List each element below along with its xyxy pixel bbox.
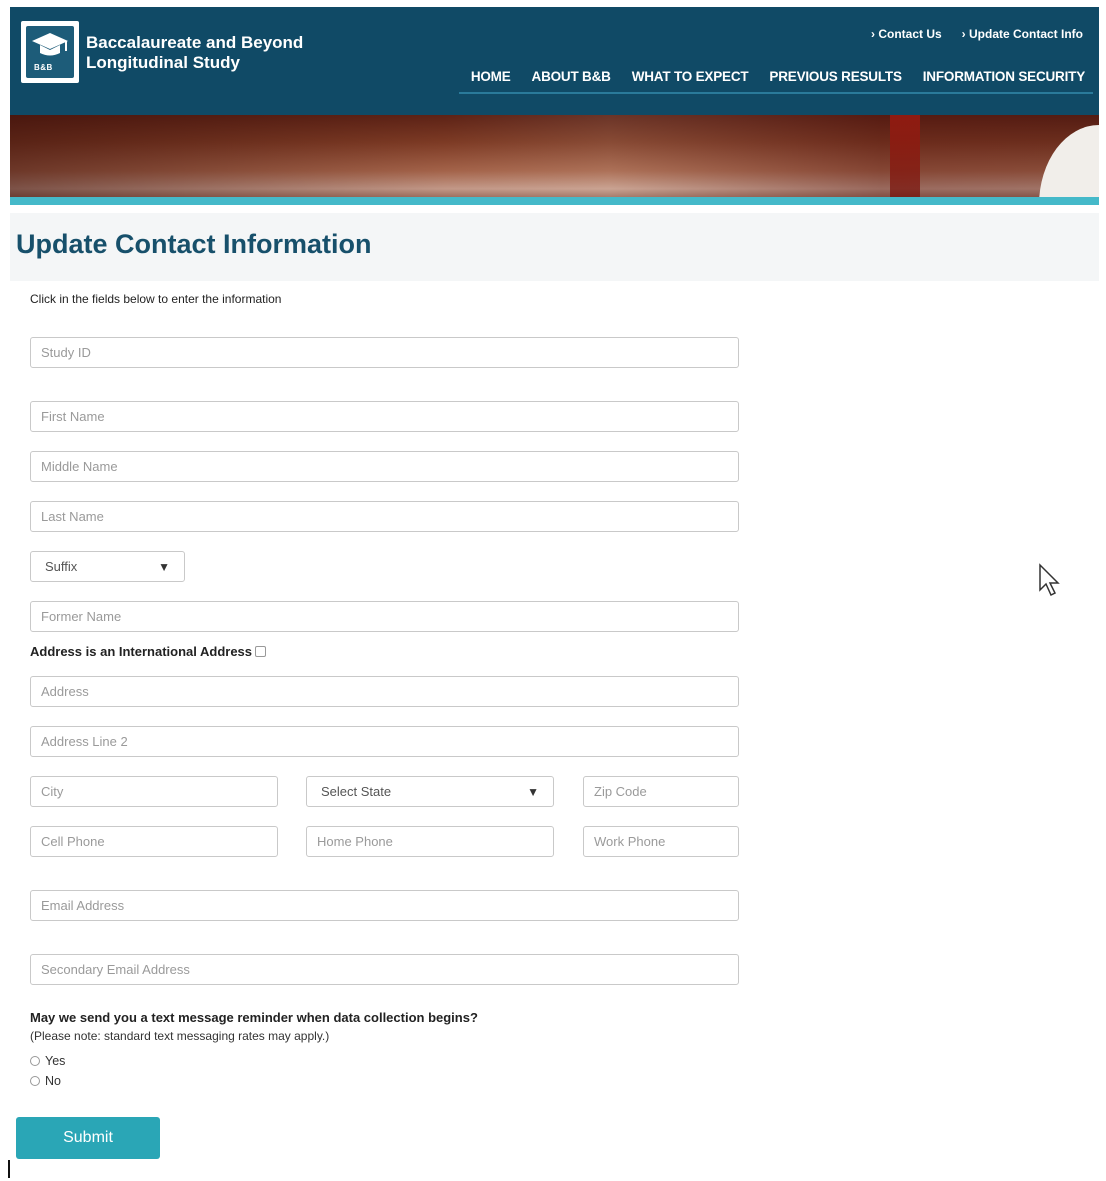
nav-previous-results[interactable]: PREVIOUS RESULTS xyxy=(769,69,902,84)
mouse-cursor-icon xyxy=(1039,563,1060,597)
utility-links: › Contact Us › Update Contact Info xyxy=(871,27,1083,41)
graduation-cap-icon: B&B xyxy=(26,26,74,78)
main-nav: HOME ABOUT B&B WHAT TO EXPECT PREVIOUS R… xyxy=(471,69,1085,84)
title-band: Update Contact Information xyxy=(10,213,1099,281)
site-logo[interactable]: B&B xyxy=(21,21,79,83)
state-select[interactable]: Select State ▼ xyxy=(306,776,554,807)
page-title: Update Contact Information xyxy=(16,229,372,259)
international-address-row: Address is an International Address xyxy=(30,644,267,659)
nav-underline xyxy=(459,92,1093,94)
contact-us-link[interactable]: › Contact Us xyxy=(871,27,942,41)
hero-accent xyxy=(890,115,920,205)
suffix-select[interactable]: Suffix ▼ xyxy=(30,551,185,582)
brand-line-1: Baccalaureate and Beyond xyxy=(86,33,304,52)
first-name-input[interactable] xyxy=(30,401,739,432)
last-name-input[interactable] xyxy=(30,501,739,532)
site-header: B&B Baccalaureate and Beyond Longitudina… xyxy=(10,7,1099,115)
state-select-value: Select State xyxy=(321,784,392,799)
dropdown-arrow-icon: ▼ xyxy=(158,559,170,574)
submit-button[interactable]: Submit xyxy=(16,1117,160,1159)
sms-yes-option[interactable]: Yes xyxy=(30,1054,65,1068)
secondary-email-input[interactable] xyxy=(30,954,739,985)
suffix-select-value: Suffix xyxy=(45,559,78,574)
sms-note: (Please note: standard text messaging ra… xyxy=(30,1029,330,1043)
text-caret xyxy=(8,1160,10,1178)
address-input[interactable] xyxy=(30,676,739,707)
former-name-input[interactable] xyxy=(30,601,739,632)
nav-what-to-expect[interactable]: WHAT TO EXPECT xyxy=(632,69,749,84)
international-address-label: Address is an International Address xyxy=(30,644,253,659)
sms-no-radio[interactable] xyxy=(30,1076,40,1086)
cell-phone-input[interactable] xyxy=(30,826,278,857)
logo-tag: B&B xyxy=(34,63,53,72)
study-id-input[interactable] xyxy=(30,337,739,368)
nav-about[interactable]: ABOUT B&B xyxy=(532,69,611,84)
nav-home[interactable]: HOME xyxy=(471,69,511,84)
hero-stripe xyxy=(10,197,1099,205)
hero-overlay xyxy=(10,115,1099,205)
sms-no-option[interactable]: No xyxy=(30,1074,61,1088)
sms-no-label: No xyxy=(45,1074,61,1088)
form-instructions: Click in the fields below to enter the i… xyxy=(30,292,282,306)
email-input[interactable] xyxy=(30,890,739,921)
site-brand[interactable]: Baccalaureate and Beyond Longitudinal St… xyxy=(86,33,303,73)
nav-information-security[interactable]: INFORMATION SECURITY xyxy=(923,69,1085,84)
hero-banner xyxy=(10,115,1099,205)
update-contact-info-link[interactable]: › Update Contact Info xyxy=(962,27,1083,41)
middle-name-input[interactable] xyxy=(30,451,739,482)
brand-line-2: Longitudinal Study xyxy=(86,53,240,72)
work-phone-input[interactable] xyxy=(583,826,739,857)
sms-question: May we send you a text message reminder … xyxy=(30,1010,478,1025)
city-input[interactable] xyxy=(30,776,278,807)
dropdown-arrow-icon: ▼ xyxy=(527,784,539,799)
international-address-checkbox[interactable] xyxy=(255,646,267,657)
sms-yes-label: Yes xyxy=(45,1054,66,1068)
sms-yes-radio[interactable] xyxy=(30,1056,40,1066)
zip-code-input[interactable] xyxy=(583,776,739,807)
address-line-2-input[interactable] xyxy=(30,726,739,757)
home-phone-input[interactable] xyxy=(306,826,554,857)
